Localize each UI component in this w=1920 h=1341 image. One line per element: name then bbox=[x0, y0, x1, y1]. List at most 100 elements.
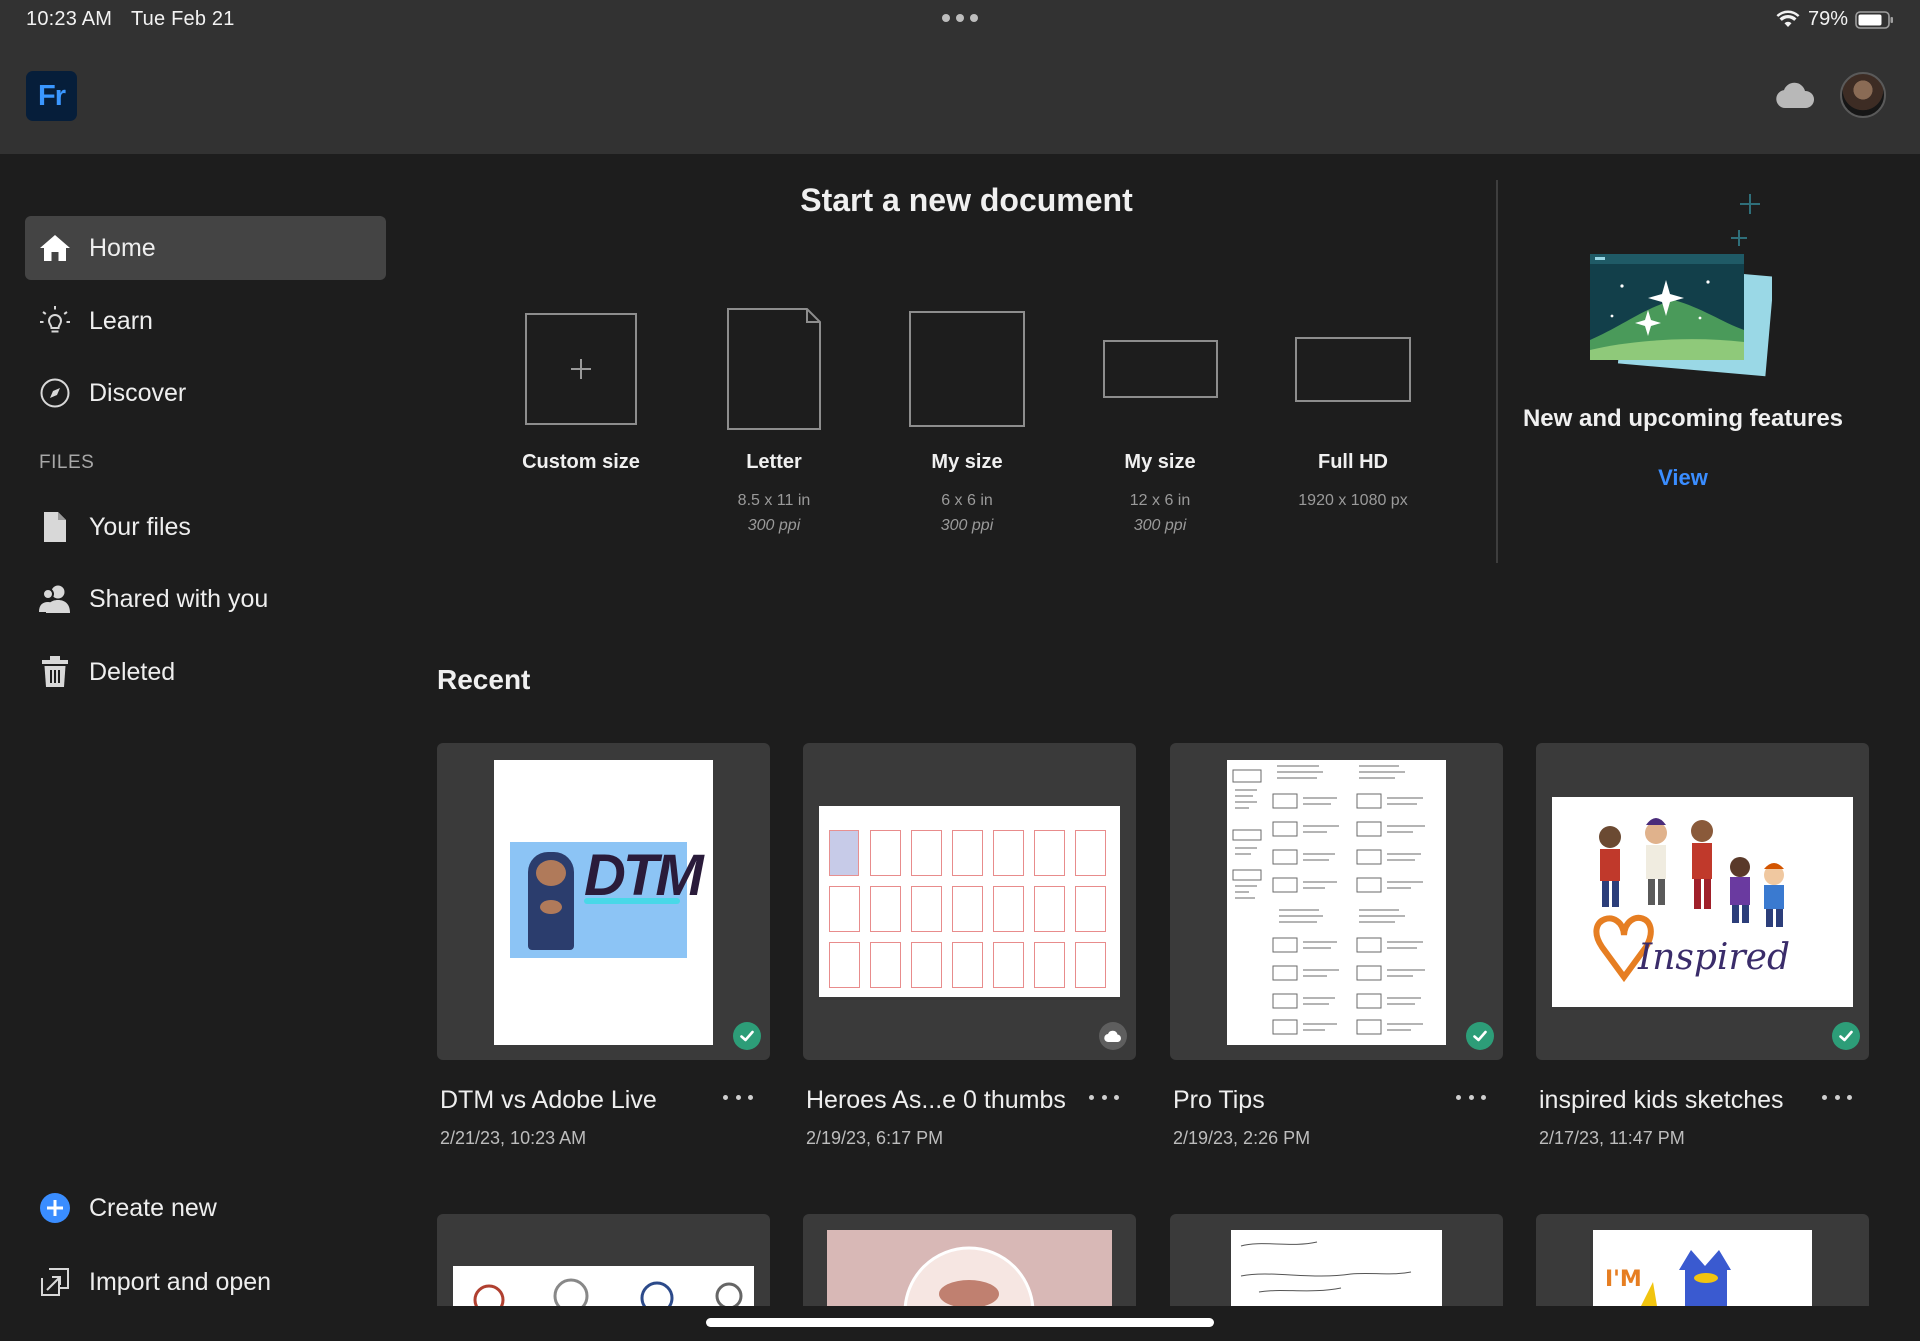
file-name[interactable]: Heroes As...e 0 thumbs bbox=[806, 1086, 1066, 1115]
more-options-button[interactable] bbox=[1822, 1088, 1852, 1106]
sidebar-item-shared[interactable]: Shared with you bbox=[25, 567, 386, 631]
fresco-logo[interactable]: Fr bbox=[26, 71, 77, 121]
file-date: 2/17/23, 11:47 PM bbox=[1539, 1128, 1685, 1148]
preset-name: Custom size bbox=[522, 451, 640, 473]
storyboard-frame bbox=[1075, 830, 1106, 876]
storyboard-frame bbox=[993, 886, 1024, 932]
recent-file-card[interactable] bbox=[437, 1214, 770, 1306]
recent-file-card[interactable] bbox=[803, 1214, 1136, 1306]
storyboard-frame bbox=[911, 830, 942, 876]
storyboard-frame bbox=[952, 830, 983, 876]
file-date: 2/19/23, 2:26 PM bbox=[1173, 1128, 1311, 1148]
home-icon bbox=[38, 231, 72, 265]
file-date: 2/19/23, 6:17 PM bbox=[806, 1128, 944, 1148]
storyboard-frame bbox=[952, 886, 983, 932]
preset-dimensions: 6 x 6 in bbox=[941, 492, 993, 509]
recent-file-card[interactable]: Inspired bbox=[1536, 743, 1869, 1060]
sidebar-item-label: Shared with you bbox=[89, 584, 269, 613]
view-features-link[interactable]: View bbox=[1500, 465, 1866, 491]
wifi-icon bbox=[1776, 10, 1800, 27]
square-canvas-shape bbox=[909, 311, 1025, 427]
file-name[interactable]: inspired kids sketches bbox=[1539, 1086, 1784, 1115]
import-icon bbox=[38, 1265, 72, 1299]
recent-section-title: Recent bbox=[437, 664, 531, 695]
import-and-open-label: Import and open bbox=[89, 1267, 272, 1296]
preset-resolution: 300 ppi bbox=[940, 517, 994, 534]
recent-file-card[interactable] bbox=[1170, 743, 1503, 1060]
storyboard-frame bbox=[993, 830, 1024, 876]
sidebar-item-home[interactable]: Home bbox=[25, 216, 386, 280]
file-thumbnail bbox=[827, 1230, 1112, 1306]
sidebar-item-label: Learn bbox=[89, 306, 153, 335]
synced-check-icon bbox=[1466, 1022, 1494, 1050]
sidebar-item-label: Deleted bbox=[89, 657, 176, 686]
file-name[interactable]: Pro Tips bbox=[1173, 1086, 1265, 1115]
preset-name: My size bbox=[1124, 451, 1196, 473]
letter-page-shape bbox=[727, 308, 821, 430]
storyboard-frame bbox=[1075, 886, 1106, 932]
more-options-button[interactable] bbox=[1456, 1088, 1486, 1106]
plus-circle-icon bbox=[38, 1191, 72, 1225]
file-thumbnail bbox=[819, 806, 1120, 997]
storyboard-frame bbox=[911, 886, 942, 932]
sidebar-item-label: Discover bbox=[89, 378, 187, 407]
synced-check-icon bbox=[733, 1022, 761, 1050]
plus-icon bbox=[571, 359, 591, 379]
more-options-button[interactable] bbox=[1089, 1088, 1119, 1106]
sidebar-item-deleted[interactable]: Deleted bbox=[25, 640, 386, 704]
recent-file-card[interactable] bbox=[803, 743, 1136, 1060]
preset-dimensions: 12 x 6 in bbox=[1129, 492, 1191, 509]
recent-file-card[interactable]: DTM bbox=[437, 743, 770, 1060]
preset-name: Full HD bbox=[1318, 451, 1388, 473]
sidebar-item-your-files[interactable]: Your files bbox=[25, 495, 386, 559]
create-new-label: Create new bbox=[89, 1193, 217, 1222]
new-features-title: New and upcoming features bbox=[1522, 405, 1844, 432]
custom-size-frame bbox=[525, 313, 637, 425]
preset-resolution: 300 ppi bbox=[1133, 517, 1187, 534]
sidebar-item-label: Your files bbox=[89, 512, 191, 541]
trash-icon bbox=[38, 655, 72, 689]
preset-dimensions: 1920 x 1080 px bbox=[1298, 492, 1408, 509]
synced-check-icon bbox=[1832, 1022, 1860, 1050]
sidebar: Home Learn Discover FILES Your files Sha… bbox=[0, 154, 400, 1314]
storyboard-frame bbox=[870, 886, 901, 932]
storyboard-frame bbox=[829, 886, 860, 932]
compass-icon bbox=[38, 376, 72, 410]
battery-percentage: 79% bbox=[1808, 8, 1849, 30]
preset-resolution: 300 ppi bbox=[747, 517, 801, 534]
preset-name: Letter bbox=[746, 451, 802, 473]
create-new-button[interactable]: Create new bbox=[25, 1176, 386, 1240]
sidebar-item-learn[interactable]: Learn bbox=[25, 289, 386, 353]
inspired-kids-artwork: Inspired bbox=[1593, 818, 1790, 983]
section-divider bbox=[1496, 180, 1498, 563]
multitasking-icon[interactable] bbox=[942, 14, 978, 24]
files-section-header: FILES bbox=[39, 452, 95, 473]
recent-file-card[interactable] bbox=[1170, 1214, 1503, 1306]
import-and-open-button[interactable]: Import and open bbox=[25, 1250, 386, 1314]
new-document-title: Start a new document bbox=[800, 182, 1133, 218]
dtm-artwork: DTM bbox=[510, 842, 704, 958]
file-thumbnail: I'M bbox=[1593, 1230, 1812, 1306]
cloud-sync-icon[interactable] bbox=[1775, 82, 1815, 110]
preset-dimensions: 8.5 x 11 in bbox=[737, 492, 811, 509]
home-indicator[interactable] bbox=[706, 1318, 1214, 1327]
file-thumbnail bbox=[1231, 1230, 1442, 1306]
cloud-status-icon bbox=[1099, 1022, 1127, 1050]
storyboard-frame bbox=[1034, 886, 1065, 932]
preset-name: My size bbox=[931, 451, 1003, 473]
storyboard-frame bbox=[952, 942, 983, 988]
storyboard-frame bbox=[829, 942, 860, 988]
storyboard-frame bbox=[1034, 942, 1065, 988]
file-thumbnail bbox=[453, 1266, 754, 1306]
file-icon bbox=[38, 510, 72, 544]
new-features-illustration bbox=[1590, 194, 1772, 377]
user-avatar[interactable] bbox=[1840, 72, 1886, 118]
top-bar: 10:23 AM Tue Feb 21 79% Fr bbox=[0, 0, 1920, 154]
hd-canvas-shape bbox=[1295, 337, 1411, 402]
lightbulb-icon bbox=[38, 304, 72, 338]
sidebar-item-discover[interactable]: Discover bbox=[25, 361, 386, 425]
file-thumbnail: DTM bbox=[494, 760, 713, 1045]
file-name[interactable]: DTM vs Adobe Live bbox=[440, 1086, 657, 1115]
more-options-button[interactable] bbox=[723, 1088, 753, 1106]
recent-file-card[interactable]: I'M bbox=[1536, 1214, 1869, 1306]
